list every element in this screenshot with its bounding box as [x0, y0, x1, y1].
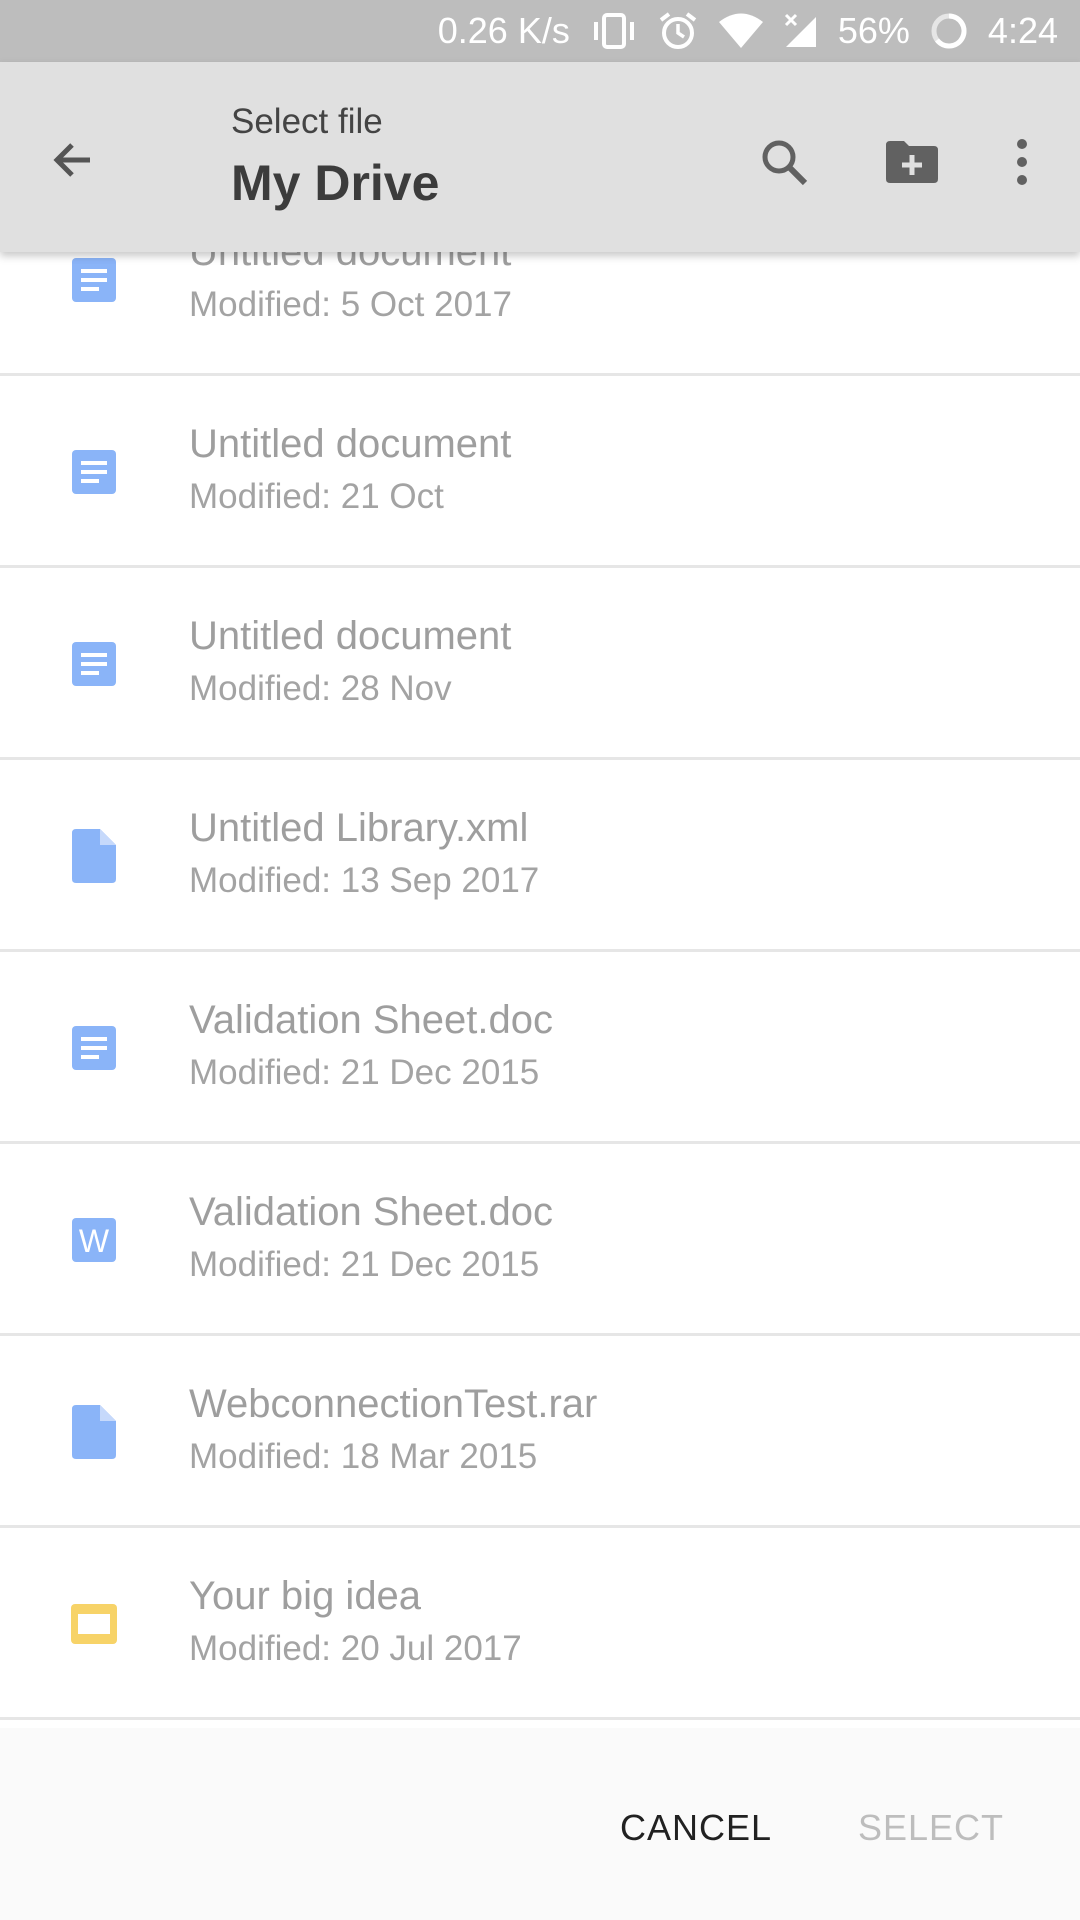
- slides-icon: [68, 1598, 120, 1650]
- file-modified-date: Modified: 18 Mar 2015: [189, 1437, 538, 1476]
- file-text: Your big idea Modified: 20 Jul 2017: [189, 1572, 522, 1674]
- file-modified-date: Modified: 20 Jul 2017: [189, 1629, 522, 1668]
- file-modified-date: Modified: 13 Sep 2017: [189, 861, 540, 900]
- alarm-icon: [658, 11, 698, 51]
- file-name: Validation Sheet.doc: [189, 1190, 553, 1234]
- status-bar: 0.26 K/s 56% 4:24: [0, 0, 1080, 62]
- file-list: Untitled document Modified: 5 Oct 2017 Unt…: [0, 252, 1080, 1728]
- file-name: Untitled document: [189, 422, 512, 466]
- battery-percent: 56%: [837, 10, 910, 51]
- new-folder-icon: [886, 141, 938, 183]
- select-button[interactable]: SELECT: [840, 1798, 1022, 1858]
- file-text: Validation Sheet.doc Modified: 21 Dec 201…: [189, 1188, 553, 1290]
- page-title: My Drive: [231, 155, 440, 211]
- file-name: Your big idea: [189, 1574, 422, 1618]
- google-doc-icon: [68, 1022, 120, 1074]
- file-list-item[interactable]: W Validation Sheet.doc Modified: 21 Dec 20…: [0, 1144, 1080, 1336]
- file-list-item[interactable]: Your big idea Modified: 20 Jul 2017: [0, 1528, 1080, 1720]
- vibrate-icon: [590, 13, 638, 49]
- word-doc-icon: W: [68, 1214, 120, 1266]
- clock: 4:24: [987, 10, 1058, 51]
- wifi-icon: [718, 13, 764, 49]
- file-text: Untitled document Modified: 5 Oct 2017: [189, 252, 512, 330]
- file-list-item[interactable]: Validation Sheet.doc Modified: 21 Dec 201…: [0, 952, 1080, 1144]
- word-letter: W: [79, 1223, 110, 1259]
- back-arrow-icon: [53, 143, 90, 177]
- file-name: WebconnectionTest.rar: [189, 1382, 598, 1426]
- file-modified-date: Modified: 21 Dec 2015: [189, 1245, 540, 1284]
- google-doc-icon: [68, 446, 120, 498]
- file-text: Validation Sheet.doc Modified: 21 Dec 201…: [189, 996, 553, 1098]
- generic-file-icon: [68, 1405, 120, 1459]
- more-options-button[interactable]: [1000, 130, 1044, 194]
- cellular-signal-icon: [784, 13, 818, 49]
- app-bar: Select file My Drive: [0, 62, 1080, 252]
- battery-icon: [930, 12, 968, 50]
- network-speed: 0.26 K/s: [437, 10, 570, 51]
- file-text: Untitled document Modified: 28 Nov: [189, 612, 511, 714]
- file-text: Untitled Library.xml Modified: 13 Sep 201…: [189, 804, 539, 906]
- file-name: Untitled document: [189, 614, 512, 658]
- file-list-item[interactable]: Untitled Library.xml Modified: 13 Sep 201…: [0, 760, 1080, 952]
- file-list-item[interactable]: WebconnectionTest.rar Modified: 18 Mar 20…: [0, 1336, 1080, 1528]
- google-doc-icon: [68, 638, 120, 690]
- new-folder-button[interactable]: [880, 130, 944, 194]
- file-modified-date: Modified: 5 Oct 2017: [189, 285, 512, 324]
- cancel-button[interactable]: CANCEL: [600, 1798, 792, 1858]
- file-modified-date: Modified: 21 Oct: [189, 477, 444, 516]
- file-text: WebconnectionTest.rar Modified: 18 Mar 20…: [189, 1380, 597, 1482]
- file-name: Validation Sheet.doc: [189, 998, 553, 1042]
- file-name: Untitled document: [189, 252, 512, 274]
- generic-file-icon: [68, 829, 120, 883]
- file-modified-date: Modified: 21 Dec 2015: [189, 1053, 540, 1092]
- file-list-item[interactable]: Untitled document Modified: 5 Oct 2017: [0, 252, 1080, 376]
- search-button[interactable]: [752, 130, 816, 194]
- file-list-item[interactable]: Untitled document Modified: 28 Nov: [0, 568, 1080, 760]
- file-modified-date: Modified: 28 Nov: [189, 669, 452, 708]
- dialog-actions: CANCEL SELECT: [0, 1728, 1080, 1920]
- file-list-item[interactable]: Untitled document Modified: 21 Oct: [0, 376, 1080, 568]
- dialog-subtitle: Select file: [231, 102, 383, 141]
- search-icon: [762, 140, 808, 186]
- more-vert-icon: [1017, 139, 1027, 185]
- file-name: Untitled Library.xml: [189, 806, 529, 850]
- back-button[interactable]: [42, 130, 102, 190]
- file-text: Untitled document Modified: 21 Oct: [189, 420, 511, 522]
- google-doc-icon: [68, 254, 120, 306]
